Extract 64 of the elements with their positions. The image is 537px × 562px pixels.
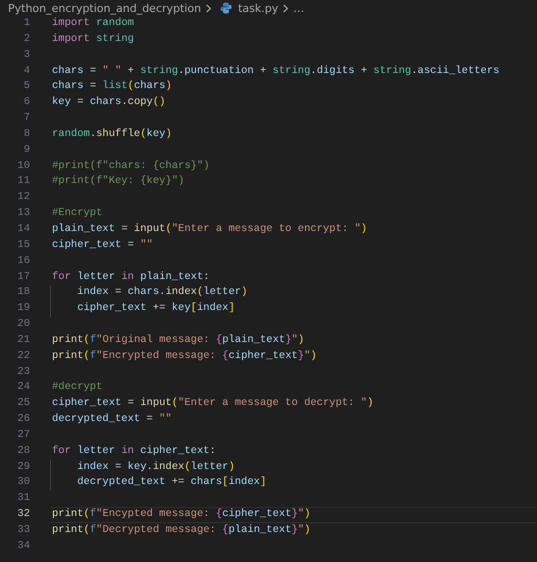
line-number: 30 (16, 475, 31, 490)
breadcrumb-more[interactable]: … (293, 2, 304, 14)
line-number: 20 (16, 317, 31, 332)
code-line: cipher_text = "" (51, 238, 153, 253)
line-number: 6 (22, 95, 31, 110)
line-number: 2 (22, 32, 31, 47)
code-line: print(f"Encrypted message: {cipher_text}") (51, 348, 317, 364)
line-number: 18 (16, 285, 31, 300)
code-line: #print(f"Key: {key}") (51, 174, 184, 190)
line-number: 32 (16, 507, 31, 522)
code-line: #decrypt (51, 380, 102, 396)
chevron-icon (204, 4, 214, 12)
line-number: 28 (16, 444, 31, 459)
code-line: chars = " " + string.punctuation + string.digits + string.ascii_letters (51, 64, 500, 79)
line-number: 33 (16, 523, 31, 538)
line-number: 29 (16, 460, 31, 475)
code-line: chars = list(chars) (51, 79, 172, 94)
code-line: for letter in plain_text: (51, 270, 210, 284)
code-line: print(f"Encypted message: {cipher_text}") (51, 508, 310, 522)
line-number: 8 (22, 126, 31, 142)
line-number: 19 (16, 301, 31, 316)
line-number: 9 (22, 142, 31, 158)
code-line: key = chars.copy() (51, 95, 166, 110)
code-line: import random (51, 16, 134, 31)
line-number: 1 (22, 16, 31, 31)
breadcrumb-file[interactable]: task.py (238, 2, 278, 14)
line-number: 4 (22, 64, 31, 79)
line-number: 34 (16, 538, 31, 554)
line-number: 17 (16, 270, 31, 284)
python-file-icon (220, 2, 232, 14)
code-line: index = key.index(letter) (76, 460, 235, 475)
line-number: 27 (16, 428, 31, 443)
line-number: 12 (16, 190, 31, 206)
line-number: 7 (22, 111, 31, 126)
code-line: decrypted_text += chars[index] (76, 475, 266, 490)
code-line: cipher_text += key[index] (76, 301, 235, 316)
code-line: random.shuffle(key) (51, 126, 172, 142)
breadcrumb-folder[interactable]: Python_encryption_and_decryption (8, 2, 202, 14)
line-number: 10 (16, 158, 31, 174)
line-number: 21 (16, 332, 31, 348)
code-line: index = chars.index(letter) (76, 285, 248, 300)
code-line: import string (51, 32, 134, 47)
line-number: 13 (16, 206, 31, 222)
code-line: cipher_text = input("Enter a message to decrypt: ") (51, 396, 374, 412)
code-line: decrypted_text = "" (51, 412, 172, 428)
line-number: 23 (16, 364, 31, 380)
line-number: 26 (16, 412, 31, 428)
chevron-icon (281, 4, 290, 12)
line-number: 5 (22, 79, 31, 94)
line-number: 22 (16, 348, 31, 364)
line-number: 25 (16, 396, 31, 412)
code-line: #print(f"chars: {chars}") (51, 158, 210, 174)
code-line: for letter in cipher_text: (51, 444, 216, 459)
line-number: 31 (16, 491, 31, 506)
code-line: print(f"Original message: {plain_text}") (51, 332, 304, 348)
line-number: 24 (16, 380, 31, 396)
line-number: 15 (16, 238, 31, 253)
code-line: #Encrypt (51, 206, 102, 222)
line-number: 11 (16, 174, 31, 190)
line-number: 14 (16, 222, 31, 237)
line-number: 3 (22, 48, 31, 63)
code-line: print(f"Decrypted message: {plain_text}") (51, 523, 310, 538)
code-line: plain_text = input("Enter a message to encrypt: ") (51, 222, 368, 237)
line-number: 16 (16, 254, 31, 269)
